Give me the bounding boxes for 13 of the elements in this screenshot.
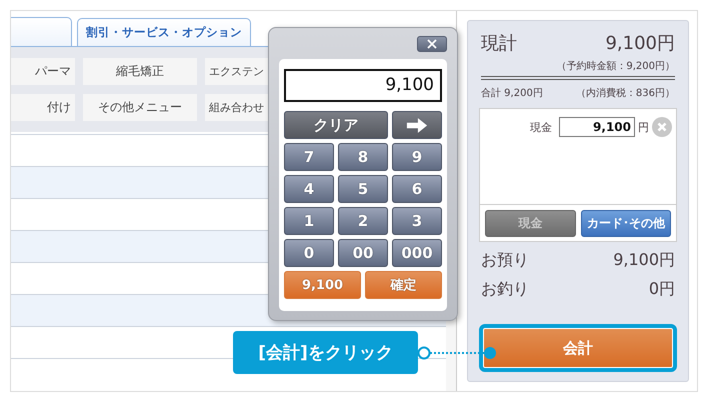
payment-label: 現金 [530, 120, 552, 134]
tax-note: （内消費税：836円） [576, 86, 675, 100]
calculator-display: 9,100 [284, 69, 442, 102]
reserved-note: （予約時金額：9,200円） [556, 61, 675, 72]
change-label: お釣り [481, 279, 529, 300]
received-label: お預り [481, 250, 529, 271]
received-amount: 9,100円 [613, 250, 675, 271]
change-amount: 0円 [648, 279, 675, 300]
hint-tooltip: [会計]をクリック [233, 331, 418, 374]
subtotal-text: 合計 9,200円 [481, 86, 543, 100]
total-amount: 9,100円 [605, 32, 675, 55]
unit-text: 円 [638, 120, 649, 134]
total-label: 現計 [481, 32, 517, 55]
